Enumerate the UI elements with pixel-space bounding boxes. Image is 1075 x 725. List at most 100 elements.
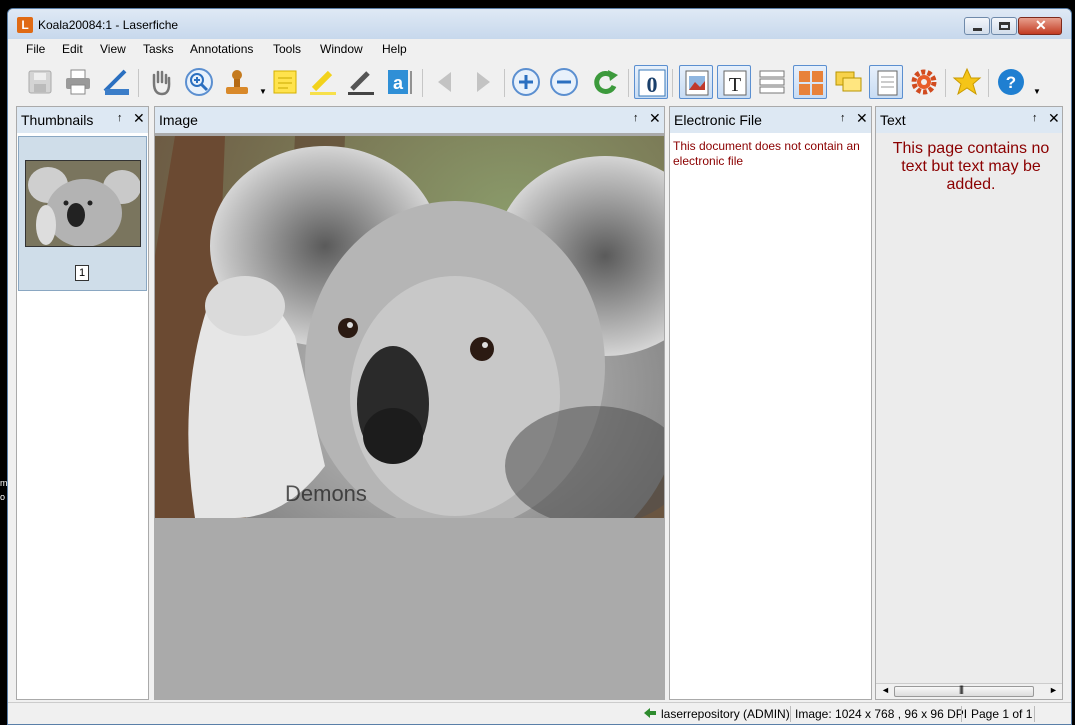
hand-icon: [152, 70, 171, 96]
menu-tasks[interactable]: Tasks: [143, 42, 174, 56]
metadata-icon: [759, 70, 785, 94]
zoom-out-button[interactable]: [547, 65, 581, 99]
chevron-down-icon[interactable]: ▼: [259, 87, 267, 96]
toolbar-separator: [504, 69, 505, 97]
koala-document-image[interactable]: Demons: [155, 136, 664, 518]
maximize-button[interactable]: [991, 17, 1017, 35]
horizontal-scrollbar[interactable]: ◄ ||| ►: [876, 683, 1062, 699]
print-icon: [66, 69, 90, 95]
pin-icon[interactable]: ↑: [840, 112, 846, 124]
electronic-file-message: This document does not contain an electr…: [673, 139, 860, 168]
scrollbar-thumb[interactable]: |||: [894, 684, 1034, 697]
menu-annotations[interactable]: Annotations: [190, 42, 253, 56]
svg-text:a: a: [393, 73, 404, 93]
electronic-file-header: Electronic File ↑ ✕: [670, 107, 871, 133]
scroll-left-icon[interactable]: ◄: [881, 685, 890, 695]
next-page-button[interactable]: [466, 65, 500, 99]
status-divider: [1034, 706, 1035, 722]
text-box-button[interactable]: a: [382, 65, 416, 99]
thumbnail-page-1[interactable]: 1: [18, 136, 147, 291]
zoom-in-icon: [185, 68, 213, 96]
print-button[interactable]: [61, 65, 95, 99]
text-pane-message[interactable]: This page contains no text but text may …: [878, 140, 1064, 194]
maximize-icon: [999, 22, 1010, 30]
help-button[interactable]: ?: [994, 65, 1028, 99]
help-dropdown-chevron-icon[interactable]: ▼: [1033, 87, 1041, 96]
ocr-button[interactable]: 0: [634, 65, 668, 99]
close-icon: ✕: [1035, 17, 1047, 33]
electronic-file-view-button[interactable]: [869, 65, 903, 99]
highlighter-button[interactable]: [306, 65, 340, 99]
toolbar-separator: [422, 69, 423, 97]
zoom-tool-button[interactable]: [182, 65, 216, 99]
menu-window[interactable]: Window: [320, 42, 363, 56]
previous-page-button[interactable]: [428, 65, 462, 99]
toolbar-separator: [138, 69, 139, 97]
scroll-right-icon[interactable]: ►: [1049, 685, 1058, 695]
text-view-icon: T: [723, 70, 747, 96]
watermark-text: Demons: [285, 481, 367, 506]
toolbar-separator: [988, 69, 989, 97]
repository-status: laserrepository (ADMIN): [661, 707, 790, 721]
pen-icon: [348, 71, 374, 95]
favorites-icon: [952, 67, 982, 96]
zoom-in-button[interactable]: [509, 65, 543, 99]
text-header: Text ↑ ✕: [876, 107, 1062, 133]
highlighter-icon: [310, 70, 336, 95]
status-bar: laserrepository (ADMIN) Image: 1024 x 76…: [8, 702, 1071, 724]
thumbnails-title: Thumbnails: [21, 112, 94, 128]
save-button[interactable]: [23, 65, 57, 99]
sticky-note-button[interactable]: [268, 65, 302, 99]
menu-bar: File Edit View Tasks Annotations Tools W…: [8, 39, 1071, 59]
pan-button[interactable]: [144, 65, 178, 99]
refresh-button[interactable]: [590, 65, 624, 99]
menu-tools[interactable]: Tools: [273, 42, 301, 56]
close-pane-icon[interactable]: ✕: [133, 110, 145, 127]
annotations-view-button[interactable]: [831, 65, 865, 99]
thumbnails-view-icon: [799, 71, 823, 95]
close-pane-icon[interactable]: ✕: [1048, 110, 1060, 127]
image-pane: Image ↑ ✕ Demons: [154, 106, 665, 700]
scan-button[interactable]: [99, 65, 133, 99]
close-pane-icon[interactable]: ✕: [856, 110, 868, 127]
image-info-status: Image: 1024 x 768 , 96 x 96 DPI: [795, 707, 968, 721]
toolbar-separator: [945, 69, 946, 97]
text-view-button[interactable]: T: [717, 65, 751, 99]
thumbnails-view-button[interactable]: [793, 65, 827, 99]
minimize-button[interactable]: [964, 17, 990, 35]
menu-help[interactable]: Help: [382, 42, 407, 56]
pin-icon[interactable]: ↑: [633, 112, 639, 124]
scanner-icon: [103, 69, 129, 95]
close-pane-icon[interactable]: ✕: [649, 110, 661, 127]
toolbar: ▼ a 0 T ? ▼: [8, 61, 1071, 105]
metadata-button[interactable]: [755, 65, 789, 99]
favorites-button[interactable]: [950, 65, 984, 99]
menu-view[interactable]: View: [100, 42, 126, 56]
settings-button[interactable]: [907, 65, 941, 99]
zoom-minus-icon: [550, 68, 578, 96]
thumbnails-header: Thumbnails ↑ ✕: [17, 107, 148, 133]
title-bar[interactable]: L Koala20084:1 - Laserfiche ✕: [8, 9, 1071, 39]
minimize-icon: [973, 28, 982, 31]
pen-button[interactable]: [344, 65, 378, 99]
image-view-icon: [685, 70, 709, 96]
thumbnails-pane: Thumbnails ↑ ✕ 1: [16, 106, 149, 700]
image-view-button[interactable]: [679, 65, 713, 99]
stamp-icon: [226, 70, 248, 94]
menu-edit[interactable]: Edit: [62, 42, 83, 56]
next-page-icon: [477, 72, 490, 92]
pin-icon[interactable]: ↑: [1032, 112, 1038, 124]
settings-icon: [911, 69, 937, 95]
annotations-view-icon: [835, 71, 862, 92]
stamp-button[interactable]: [220, 65, 254, 99]
toolbar-separator: [672, 69, 673, 97]
edge-text: o: [0, 492, 6, 502]
status-divider: [790, 706, 791, 722]
page-status: Page 1 of 1: [971, 707, 1033, 721]
toolbar-separator: [628, 69, 629, 97]
close-window-button[interactable]: ✕: [1018, 17, 1062, 35]
koala-thumbnail-image: [25, 160, 141, 247]
electronic-file-title: Electronic File: [674, 112, 762, 128]
menu-file[interactable]: File: [26, 42, 45, 56]
pin-icon[interactable]: ↑: [117, 112, 123, 124]
